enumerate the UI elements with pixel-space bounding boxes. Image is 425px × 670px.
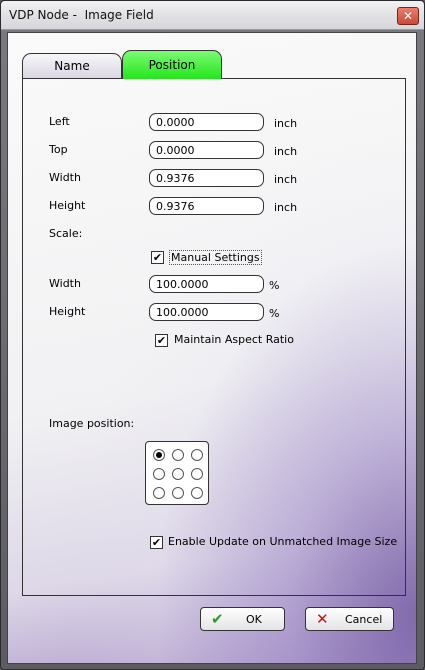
check-icon: ✔ <box>211 610 224 628</box>
width-input[interactable] <box>149 169 264 187</box>
close-button[interactable]: ✕ <box>397 7 419 25</box>
image-position-grid <box>145 441 209 505</box>
position-radio-middle-center[interactable] <box>172 468 184 480</box>
position-radio-top-center[interactable] <box>172 449 184 461</box>
tab-position[interactable]: Position <box>122 50 222 79</box>
top-unit: inch <box>274 145 298 158</box>
top-input[interactable] <box>149 141 264 159</box>
close-icon: ✕ <box>402 9 414 23</box>
enable-update-checkbox[interactable]: ✔ <box>150 536 163 549</box>
position-radio-middle-left[interactable] <box>153 468 165 480</box>
scale-label: Scale: <box>49 227 83 240</box>
position-radio-bottom-center[interactable] <box>172 487 184 499</box>
tab-name-label: Name <box>54 59 90 73</box>
scale-width-label: Width <box>49 277 81 290</box>
position-radio-top-left[interactable] <box>153 449 165 461</box>
window-title: VDP Node - Image Field <box>9 8 154 22</box>
tab-position-label: Position <box>148 58 196 72</box>
position-radio-middle-right[interactable] <box>191 468 203 480</box>
enable-update-label: Enable Update on Unmatched Image Size <box>168 535 398 548</box>
left-input[interactable] <box>149 113 264 131</box>
position-radio-bottom-right[interactable] <box>191 487 203 499</box>
ok-button-label: OK <box>246 613 262 626</box>
height-unit: inch <box>274 201 298 214</box>
width-label: Width <box>49 171 81 184</box>
scale-width-input[interactable] <box>149 275 264 293</box>
maintain-aspect-checkbox[interactable]: ✔ <box>155 334 168 347</box>
image-position-label: Image position: <box>49 417 135 430</box>
manual-settings-checkbox[interactable]: ✔ <box>151 251 164 264</box>
scale-height-label: Height <box>49 305 86 318</box>
top-label: Top <box>49 143 68 156</box>
dialog-body: Name Position Left inch Top inch Width i… <box>7 32 417 664</box>
cancel-button[interactable]: ✕ Cancel <box>305 607 394 631</box>
position-radio-top-right[interactable] <box>191 449 203 461</box>
width-unit: inch <box>274 173 298 186</box>
tab-name[interactable]: Name <box>22 53 122 79</box>
left-label: Left <box>49 115 70 128</box>
height-input[interactable] <box>149 197 264 215</box>
title-bar[interactable]: VDP Node - Image Field ✕ <box>1 1 424 30</box>
manual-settings-label[interactable]: Manual Settings <box>169 250 262 265</box>
scale-height-unit: % <box>269 307 280 320</box>
cancel-button-label: Cancel <box>345 613 383 626</box>
maintain-aspect-label: Maintain Aspect Ratio <box>174 333 294 346</box>
dialog-window: VDP Node - Image Field ✕ Name Position L… <box>0 0 425 670</box>
ok-button[interactable]: ✔ OK <box>200 607 285 631</box>
height-label: Height <box>49 199 86 212</box>
position-radio-bottom-left[interactable] <box>153 487 165 499</box>
x-icon: ✕ <box>316 610 329 628</box>
scale-height-input[interactable] <box>149 303 264 321</box>
scale-width-unit: % <box>269 279 280 292</box>
left-unit: inch <box>274 117 298 130</box>
position-panel: Left inch Top inch Width inch Height inc… <box>22 78 406 596</box>
